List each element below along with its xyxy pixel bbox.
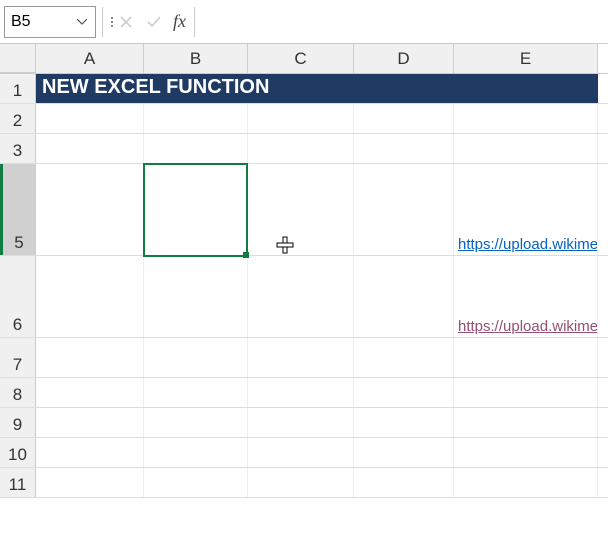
row-7: 7 — [0, 338, 608, 378]
col-header-c[interactable]: C — [248, 44, 354, 73]
hyperlink-visited[interactable]: https://upload.wikimed — [458, 318, 598, 335]
cell[interactable] — [36, 438, 144, 467]
cell[interactable] — [248, 408, 354, 437]
cell-e5[interactable]: https://upload.wikimedia. — [454, 164, 598, 255]
row-header[interactable]: 5 — [0, 164, 36, 255]
spreadsheet-grid[interactable]: A B C D E 1 NEW EXCEL FUNCTION 2 3 5 htt… — [0, 44, 608, 498]
cell[interactable] — [248, 378, 354, 407]
row-header[interactable]: 11 — [0, 468, 36, 497]
col-header-d[interactable]: D — [354, 44, 454, 73]
cell[interactable] — [144, 256, 248, 337]
row-3: 3 — [0, 134, 608, 164]
cell[interactable] — [36, 164, 144, 255]
row-10: 10 — [0, 438, 608, 468]
row-header[interactable]: 6 — [0, 256, 36, 337]
row-header[interactable]: 3 — [0, 134, 36, 163]
row-2: 2 — [0, 104, 608, 134]
cell[interactable] — [144, 134, 248, 163]
cell[interactable] — [144, 468, 248, 497]
row-6: 6 https://upload.wikimed — [0, 256, 608, 338]
fx-buttons: fx — [115, 10, 188, 34]
cell[interactable] — [144, 104, 248, 133]
chevron-down-icon[interactable] — [75, 19, 89, 25]
cell[interactable] — [354, 104, 454, 133]
cell[interactable] — [454, 134, 598, 163]
cancel-icon — [115, 10, 137, 34]
cell[interactable] — [454, 378, 598, 407]
row-header[interactable]: 2 — [0, 104, 36, 133]
col-header-a[interactable]: A — [36, 44, 144, 73]
separator — [194, 7, 195, 37]
row-header[interactable]: 1 — [0, 74, 36, 103]
cell[interactable] — [354, 408, 454, 437]
cell[interactable] — [354, 338, 454, 377]
cell[interactable] — [454, 438, 598, 467]
formula-input[interactable] — [201, 7, 608, 37]
cell[interactable] — [36, 338, 144, 377]
col-header-b[interactable]: B — [144, 44, 248, 73]
row-header[interactable]: 10 — [0, 438, 36, 467]
cell[interactable] — [354, 438, 454, 467]
cell[interactable] — [36, 408, 144, 437]
cell[interactable] — [144, 378, 248, 407]
cell[interactable] — [248, 104, 354, 133]
select-all-corner[interactable] — [0, 44, 36, 73]
cell[interactable] — [248, 438, 354, 467]
cell[interactable] — [144, 438, 248, 467]
cell[interactable] — [354, 256, 454, 337]
cell[interactable] — [454, 468, 598, 497]
cell[interactable] — [248, 134, 354, 163]
row-header[interactable]: 9 — [0, 408, 36, 437]
cell[interactable] — [354, 468, 454, 497]
cell[interactable] — [248, 338, 354, 377]
cell-b5[interactable] — [144, 164, 248, 255]
cell[interactable] — [454, 338, 598, 377]
cell[interactable] — [454, 408, 598, 437]
formula-bar: B5 fx — [0, 0, 608, 44]
cell[interactable] — [248, 256, 354, 337]
cell[interactable] — [248, 468, 354, 497]
cell[interactable] — [354, 164, 454, 255]
cell[interactable] — [354, 134, 454, 163]
cell-e6[interactable]: https://upload.wikimed — [454, 256, 598, 337]
name-box[interactable]: B5 — [4, 6, 96, 38]
cell[interactable] — [36, 134, 144, 163]
row-header[interactable]: 7 — [0, 338, 36, 377]
hyperlink[interactable]: https://upload.wikimedia. — [458, 236, 598, 253]
fx-button[interactable]: fx — [171, 11, 188, 32]
row-header[interactable]: 8 — [0, 378, 36, 407]
enter-icon — [143, 10, 165, 34]
title-cell[interactable]: NEW EXCEL FUNCTION — [36, 74, 598, 103]
row-8: 8 — [0, 378, 608, 408]
separator — [102, 7, 103, 37]
cell[interactable] — [36, 104, 144, 133]
col-header-e[interactable]: E — [454, 44, 598, 73]
cell[interactable] — [36, 378, 144, 407]
row-1: 1 NEW EXCEL FUNCTION — [0, 74, 608, 104]
cell[interactable] — [248, 164, 354, 255]
cell[interactable] — [144, 338, 248, 377]
row-9: 9 — [0, 408, 608, 438]
cell[interactable] — [454, 104, 598, 133]
cell[interactable] — [354, 378, 454, 407]
name-box-value: B5 — [11, 13, 75, 31]
cell[interactable] — [36, 256, 144, 337]
cell[interactable] — [144, 408, 248, 437]
cell[interactable] — [36, 468, 144, 497]
row-11: 11 — [0, 468, 608, 498]
column-headers: A B C D E — [0, 44, 608, 74]
row-5: 5 https://upload.wikimedia. — [0, 164, 608, 256]
